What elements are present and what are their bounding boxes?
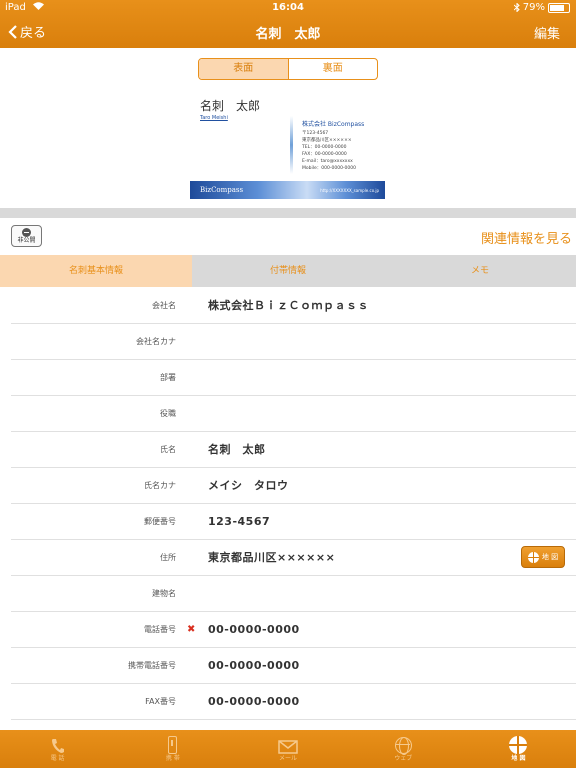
battery-percent: 79%: [522, 2, 545, 13]
tab-memo[interactable]: メモ: [384, 255, 576, 287]
front-side-button[interactable]: 表面: [199, 59, 289, 79]
private-icon: [22, 228, 31, 237]
tabbar-label: ウェブ: [394, 755, 413, 762]
field-row-company: 会社名 株式会社ＢｉｚＣｏｍｐａｓｓ: [0, 288, 576, 324]
field-label: 部署: [160, 373, 176, 382]
navigation-bar: 戻る 名刺 太郎 編集: [0, 16, 576, 48]
tabbar-label: メール: [279, 755, 298, 762]
card-company: 株式会社 BizCompass: [302, 121, 365, 128]
tabbar-map[interactable]: 地 図: [461, 730, 576, 768]
bluetooth-icon: [513, 3, 520, 12]
field-row-department: 部署: [0, 360, 576, 396]
tabbar-label: 携 帯: [165, 755, 180, 762]
field-row-phone: 電話番号 ✖ 00-0000-0000: [0, 612, 576, 648]
field-label: 建物名: [152, 589, 176, 598]
page-title: 名刺 太郎: [255, 27, 321, 42]
field-value: 東京都品川区××××××: [208, 551, 336, 564]
mail-icon: [278, 740, 298, 754]
tab-extra-info[interactable]: 付帯情報: [192, 255, 384, 287]
clock: 16:04: [272, 2, 304, 13]
edit-button[interactable]: 編集: [534, 23, 560, 42]
tabbar-mail[interactable]: メール: [230, 730, 345, 768]
related-info-link[interactable]: 関連情報を見る: [481, 228, 572, 247]
battery-status: 79%: [513, 2, 570, 13]
battery-icon: [548, 2, 570, 13]
tabbar-label: 地 図: [511, 755, 526, 762]
field-row-building: 建物名: [0, 576, 576, 612]
private-label: 非公開: [17, 237, 36, 244]
field-row-address: 住所 東京都品川区×××××× 地 図: [0, 540, 576, 576]
map-icon: [509, 736, 528, 754]
card-brand: BizCompass: [200, 186, 244, 194]
field-list: 会社名 株式会社ＢｉｚＣｏｍｐａｓｓ 会社名カナ 部署 役職 氏名 名刺 太郎 …: [0, 288, 576, 720]
field-value: 00-0000-0000: [208, 695, 300, 708]
card-name-en: Taro Meishi: [200, 115, 228, 121]
tabbar-label: 電 話: [50, 755, 65, 762]
field-value: 123-4567: [208, 515, 271, 528]
field-label: 会社名: [152, 301, 176, 310]
globe-icon: [527, 551, 539, 563]
top-bar: iPad 16:04 79% 戻る 名刺 太郎 編集: [0, 0, 576, 48]
field-label: 会社名カナ: [136, 337, 176, 346]
tab-basic-info[interactable]: 名刺基本情報: [0, 255, 192, 287]
bottom-tab-bar: 電 話 携 帯 メール ウェブ 地 図: [0, 730, 576, 768]
field-label: 役職: [160, 409, 176, 418]
card-details: 〒123-4567 東京都品川区×××××× TEL：00-0000-0000 …: [302, 131, 357, 171]
no-call-mark-icon: ✖: [187, 624, 196, 635]
field-row-name: 氏名 名刺 太郎: [0, 432, 576, 468]
field-label: 氏名: [160, 445, 176, 454]
map-button-label: 地 図: [541, 553, 559, 561]
battery-fill: [550, 4, 565, 11]
field-label: 電話番号: [144, 625, 176, 634]
card-name: 名刺 太郎: [200, 99, 261, 113]
tabbar-web[interactable]: ウェブ: [346, 730, 461, 768]
field-label: 氏名カナ: [144, 481, 176, 490]
mobile-icon: [168, 736, 178, 754]
map-button[interactable]: 地 図: [521, 546, 565, 568]
card-divider: [290, 116, 293, 174]
business-card-image: 名刺 太郎 Taro Meishi 株式会社 BizCompass 〒123-4…: [190, 92, 385, 199]
status-bar: iPad 16:04 79%: [0, 0, 576, 16]
info-tabs: 名刺基本情報 付帯情報 メモ: [0, 255, 576, 287]
field-row-name-kana: 氏名カナ メイシ タロウ: [0, 468, 576, 504]
field-row-company-kana: 会社名カナ: [0, 324, 576, 360]
field-value[interactable]: 00-0000-0000: [208, 612, 300, 648]
field-value: メイシ タロウ: [208, 479, 289, 492]
tabbar-mobile[interactable]: 携 帯: [115, 730, 230, 768]
field-label: 住所: [160, 553, 176, 562]
field-row-mobile: 携帯電話番号 00-0000-0000: [0, 648, 576, 684]
field-row-title: 役職: [0, 396, 576, 432]
private-toggle-button[interactable]: 非公開: [11, 225, 42, 247]
field-value: 名刺 太郎: [208, 443, 266, 456]
field-row-postal-code: 郵便番号 123-4567: [0, 504, 576, 540]
web-icon: [394, 737, 412, 755]
card-url: http://XXXXXXX_sample.co.jp: [320, 188, 379, 193]
field-label: 携帯電話番号: [128, 661, 176, 670]
card-side-toggle: 表面 裏面: [198, 58, 378, 80]
card-footer-band: BizCompass http://XXXXXXX_sample.co.jp: [190, 181, 385, 199]
section-divider: [0, 208, 576, 218]
tabbar-phone[interactable]: 電 話: [0, 730, 115, 768]
back-side-button[interactable]: 裏面: [289, 59, 378, 79]
field-label: FAX番号: [145, 697, 176, 706]
field-value[interactable]: 00-0000-0000: [208, 648, 300, 684]
field-row-fax: FAX番号 00-0000-0000: [0, 684, 576, 720]
field-label: 郵便番号: [144, 517, 176, 526]
phone-icon: [51, 739, 64, 753]
field-value: 株式会社ＢｉｚＣｏｍｐａｓｓ: [208, 299, 369, 312]
